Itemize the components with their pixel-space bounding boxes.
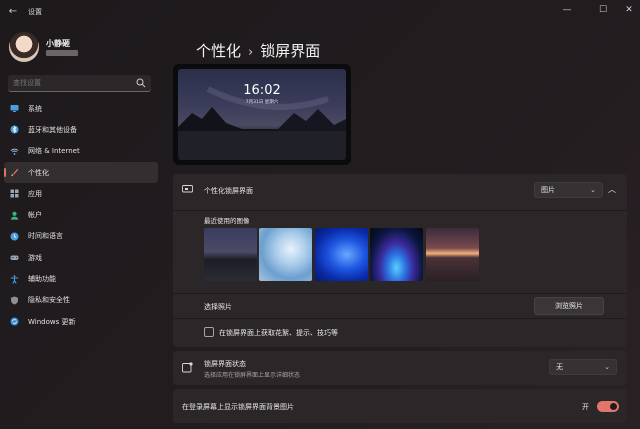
sidebar-item-label: 辅助功能: [28, 275, 56, 284]
signin-background-label: 在登录屏幕上显示锁屏界面背景图片: [182, 403, 294, 411]
toggle-state-label: 开: [582, 403, 589, 411]
sidebar-item-time-language[interactable]: 时间和语言: [4, 226, 158, 247]
page-title: 锁屏界面: [260, 42, 321, 60]
choose-photo-label: 选择照片: [204, 303, 232, 311]
chevron-down-icon: ⌄: [604, 363, 610, 371]
sidebar-item-accessibility[interactable]: 辅助功能: [4, 268, 158, 289]
sidebar-item-bluetooth[interactable]: 蓝牙和其他设备: [4, 119, 158, 140]
sidebar-nav: 系统 蓝牙和其他设备 网络 & Internet 个性化 应用 帐户 时间和语言…: [4, 98, 158, 332]
sidebar-item-windows-update[interactable]: Windows 更新: [4, 311, 158, 332]
breadcrumb-parent[interactable]: 个性化: [196, 42, 241, 60]
lock-screen-preview: 16:02 7月31日 星期六: [173, 64, 351, 165]
sidebar-item-label: 帐户: [28, 211, 42, 220]
lockscreen-status-sublabel: 选择应用在锁屏界面上显示详细状态: [204, 372, 301, 379]
user-name: 小静砸: [46, 39, 70, 48]
apps-icon: [10, 189, 19, 198]
breadcrumb-separator: ›: [248, 45, 254, 60]
brush-icon: [11, 168, 19, 177]
user-email-redacted: [46, 50, 78, 56]
browse-photos-button[interactable]: 浏览照片: [534, 297, 604, 315]
recent-image-thumbnail[interactable]: [370, 228, 423, 281]
gamepad-icon: [10, 255, 19, 261]
collapse-chevron-icon[interactable]: ︿: [608, 184, 616, 195]
app-title: 设置: [28, 8, 42, 16]
personalize-lockscreen-label: 个性化锁屏界面: [204, 187, 253, 195]
sidebar-item-label: 个性化: [28, 168, 49, 177]
title-bar: ← 设置 — ☐ ✕: [0, 0, 640, 24]
sidebar-item-label: 应用: [28, 189, 42, 198]
sidebar-item-label: 游戏: [28, 253, 42, 262]
sidebar-item-personalization[interactable]: 个性化: [4, 161, 158, 184]
sidebar-item-system[interactable]: 系统: [4, 98, 158, 119]
avatar[interactable]: [9, 32, 39, 62]
search-input[interactable]: [13, 79, 133, 87]
recent-image-thumbnail[interactable]: [426, 228, 479, 281]
breadcrumb: 个性化 › 锁屏界面: [196, 40, 320, 61]
tips-checkbox[interactable]: [204, 327, 214, 337]
monitor-icon: [10, 105, 19, 113]
search-icon[interactable]: [136, 78, 146, 88]
maximize-button[interactable]: ☐: [594, 3, 612, 17]
recent-image-thumbnail[interactable]: [315, 228, 368, 281]
dropdown-value: 图片: [541, 186, 555, 194]
sidebar-item-accounts[interactable]: 帐户: [4, 204, 158, 225]
recent-images-label: 最近使用的图像: [204, 217, 250, 225]
preview-image: 16:02 7月31日 星期六: [178, 69, 346, 160]
sidebar-item-label: 系统: [28, 104, 42, 113]
dropdown-value: 无: [556, 363, 563, 371]
divider: [173, 318, 627, 319]
back-button[interactable]: ←: [6, 5, 20, 19]
sidebar-item-label: 蓝牙和其他设备: [28, 125, 77, 134]
clock-globe-icon: [10, 232, 19, 241]
preview-date: 7月31日 星期六: [245, 100, 279, 105]
sidebar-item-label: 时间和语言: [28, 232, 63, 241]
sidebar-item-label: 网络 & Internet: [28, 147, 80, 156]
status-window-icon: [182, 362, 193, 373]
sidebar-item-label: Windows 更新: [28, 317, 76, 326]
sidebar-item-gaming[interactable]: 游戏: [4, 247, 158, 268]
sidebar-item-apps[interactable]: 应用: [4, 183, 158, 204]
recent-image-thumbnail[interactable]: [259, 228, 312, 281]
accessibility-icon: [10, 274, 19, 284]
lockscreen-status-dropdown[interactable]: 无 ⌄: [549, 359, 617, 375]
personalize-lockscreen-dropdown[interactable]: 图片 ⌄: [534, 182, 603, 198]
preview-time: 16:02: [243, 83, 281, 98]
chevron-down-icon: ⌄: [590, 186, 596, 194]
signin-background-toggle[interactable]: [597, 401, 619, 412]
network-icon: [10, 148, 19, 155]
tips-checkbox-label: 在锁屏界面上获取花絮、提示、技巧等: [219, 329, 338, 337]
recent-image-thumbnail[interactable]: [204, 228, 257, 281]
close-button[interactable]: ✕: [620, 3, 638, 17]
lockscreen-monitor-icon: [182, 185, 193, 193]
divider: [173, 293, 627, 294]
bluetooth-icon: [10, 125, 19, 134]
shield-icon: [11, 296, 18, 305]
search-box[interactable]: [8, 75, 151, 92]
account-icon: [10, 211, 19, 220]
lockscreen-status-label: 锁屏界面状态: [204, 360, 246, 368]
sidebar-item-label: 隐私和安全性: [28, 296, 70, 305]
divider: [173, 210, 627, 211]
minimize-button[interactable]: —: [558, 3, 576, 17]
update-icon: [10, 317, 19, 326]
sidebar-item-privacy[interactable]: 隐私和安全性: [4, 290, 158, 311]
sidebar-item-network[interactable]: 网络 & Internet: [4, 141, 158, 162]
